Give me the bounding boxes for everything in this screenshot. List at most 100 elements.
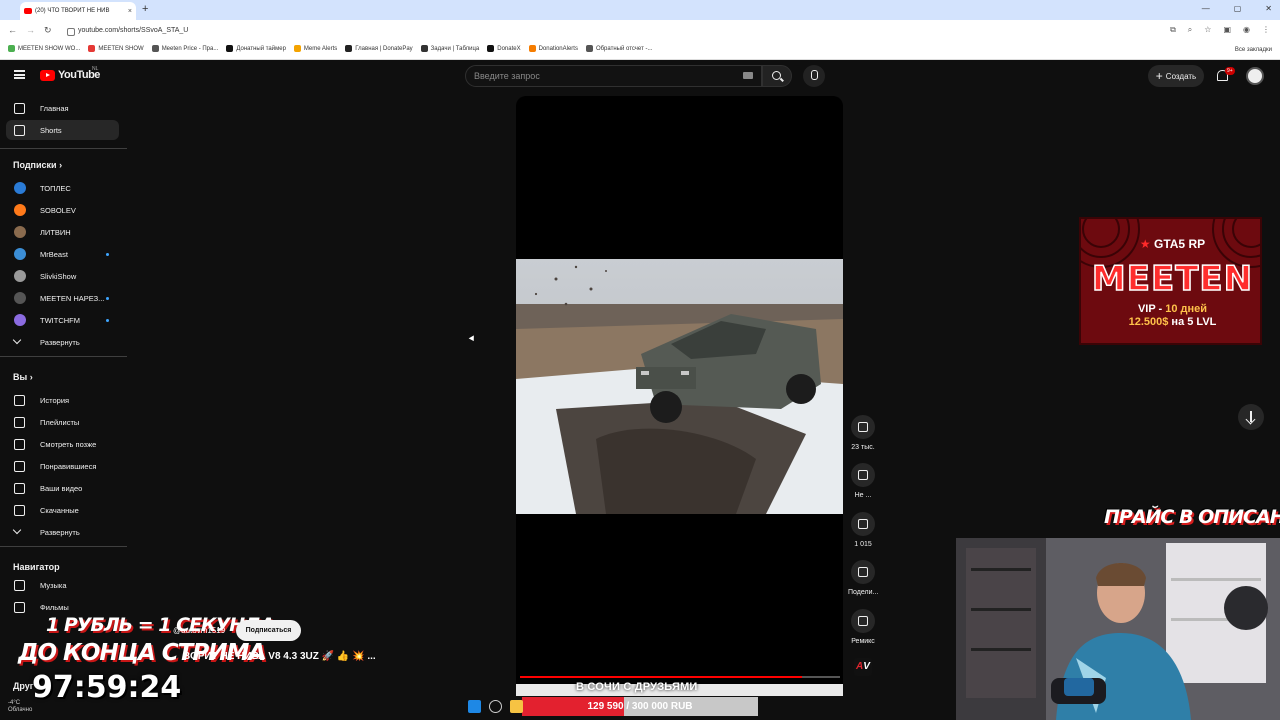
- next-short-button[interactable]: [1238, 404, 1264, 430]
- taskbar-weather[interactable]: -4°C Облачно: [8, 700, 32, 714]
- reload-icon[interactable]: ↻: [44, 25, 52, 36]
- subscription-item[interactable]: MrBeast: [6, 244, 119, 264]
- search-button[interactable]: [762, 65, 792, 87]
- subscription-item[interactable]: ЛИТВИН: [6, 222, 119, 242]
- sidebar-item-shorts[interactable]: Shorts: [6, 120, 119, 140]
- browser-tab[interactable]: (20) ЧТО ТВОРИТ НЕ НИВ ×: [20, 2, 136, 20]
- voice-search-button[interactable]: [803, 65, 825, 87]
- all-bookmarks-link[interactable]: Все закладки: [1235, 47, 1272, 53]
- donation-goal-text: 129 590 / 300 000 RUB: [587, 701, 693, 712]
- url-field[interactable]: youtube.com/shorts/SSvoA_STA_U: [62, 23, 1132, 39]
- sidebar-item-music[interactable]: Музыка: [6, 575, 119, 595]
- bookmark-item[interactable]: Донатный таймер: [226, 45, 286, 52]
- share-button[interactable]: [851, 560, 875, 584]
- install-icon[interactable]: ⧉: [1170, 25, 1176, 35]
- download-icon: [14, 505, 25, 516]
- bookmark-item[interactable]: MEETEN SHOW: [88, 45, 144, 52]
- bookmark-favicon-icon: [151, 45, 159, 52]
- minimize-icon[interactable]: —: [1202, 4, 1210, 13]
- bookmark-label: Meeten Price - Пра...: [161, 45, 219, 52]
- sidebar-item-label: История: [40, 395, 70, 405]
- subscriptions-header-label: Подписки: [13, 160, 57, 170]
- remix-action[interactable]: Ремикс: [848, 609, 878, 645]
- video-progress-bar[interactable]: [520, 676, 840, 678]
- bookmark-favicon-icon: [487, 45, 495, 52]
- bookmark-label: Обратный отсчет -...: [595, 45, 653, 52]
- tab-close-icon[interactable]: ×: [128, 8, 132, 15]
- star-icon: ★: [1139, 237, 1151, 251]
- subscription-item[interactable]: TWITCHFM: [6, 310, 119, 330]
- windows-start-icon[interactable]: [468, 700, 481, 713]
- dislike-action[interactable]: Не ...: [848, 463, 878, 499]
- account-avatar[interactable]: [1246, 67, 1264, 85]
- bookmark-item[interactable]: Задачи | Таблица: [420, 45, 480, 52]
- subscribe-button[interactable]: Подписаться: [236, 620, 301, 641]
- short-channel-handle[interactable]: @autovm1519: [173, 626, 225, 635]
- sidebar-item-watch-later[interactable]: Смотреть позже: [6, 434, 119, 454]
- shorts-player[interactable]: [516, 96, 843, 696]
- bookmark-label: Задачи | Таблица: [430, 45, 480, 52]
- zoom-icon[interactable]: ⌕: [1188, 25, 1192, 35]
- you-expand[interactable]: Развернуть: [6, 522, 119, 542]
- subscriptions-expand[interactable]: Развернуть: [6, 332, 119, 352]
- taskbar-search-icon[interactable]: [489, 700, 502, 713]
- hamburger-menu-icon[interactable]: [14, 70, 25, 79]
- bookmark-item[interactable]: MEETEN SHOW WO...: [8, 45, 80, 52]
- bookmark-item[interactable]: DonateX: [487, 45, 521, 52]
- streamer-webcam: [956, 538, 1280, 720]
- sidebar-item-playlists[interactable]: Плейлисты: [6, 412, 119, 432]
- movies-icon: [14, 602, 25, 613]
- dislike-button[interactable]: [851, 463, 875, 487]
- remix-button[interactable]: [851, 609, 875, 633]
- maximize-icon[interactable]: ▢: [1234, 4, 1242, 13]
- video-progress-fill: [520, 676, 802, 678]
- sidebar-item-label: MrBeast: [40, 249, 68, 259]
- back-icon[interactable]: ←: [8, 25, 17, 35]
- new-tab-button[interactable]: +: [142, 3, 148, 15]
- bookmark-item[interactable]: Обратный отсчет -...: [585, 45, 653, 52]
- search-input[interactable]: Введите запрос: [465, 65, 762, 87]
- close-window-icon[interactable]: ✕: [1265, 4, 1272, 13]
- bookmark-item[interactable]: Главная | DonatePay: [345, 45, 413, 52]
- sidebar-item-like[interactable]: Понравившиеся: [6, 456, 119, 476]
- sidebar-item-label: SlivkiShow: [40, 271, 77, 281]
- bookmark-item[interactable]: DonationAlerts: [528, 45, 578, 52]
- sidebar-item-home[interactable]: Главная: [6, 98, 119, 118]
- video-frame[interactable]: [516, 259, 843, 514]
- extensions-icon[interactable]: ▣: [1223, 25, 1231, 35]
- comments-button[interactable]: [851, 512, 875, 536]
- sidebar-item-label: SOBOLEV: [40, 205, 76, 215]
- channel-avatar: [14, 292, 26, 304]
- sidebar-item-your-videos[interactable]: Ваши видео: [6, 478, 119, 498]
- share-action[interactable]: Подели...: [848, 560, 878, 596]
- forward-icon[interactable]: →: [26, 25, 35, 35]
- sidebar-item-history[interactable]: История: [6, 390, 119, 410]
- sidebar-item-download[interactable]: Скачанные: [6, 500, 119, 520]
- channel-thumbnail[interactable]: AV: [854, 658, 872, 676]
- webcam-scene: [956, 538, 1280, 720]
- bookmark-favicon-icon: [88, 45, 96, 52]
- comments-action[interactable]: 1 015: [848, 512, 878, 548]
- like-action[interactable]: 23 тыс.: [848, 415, 878, 451]
- subscription-item[interactable]: ТОПЛЕС: [6, 178, 119, 198]
- youtube-logo[interactable]: YouTube: [40, 69, 100, 81]
- subscription-item[interactable]: MEETEN НАРЕЗ...: [6, 288, 119, 308]
- sidebar-divider: [0, 546, 127, 547]
- file-explorer-icon[interactable]: [510, 700, 523, 713]
- bookmark-favicon-icon: [293, 45, 301, 52]
- create-button[interactable]: + Создать: [1148, 65, 1204, 87]
- navigator-header[interactable]: Навигатор: [13, 562, 60, 572]
- like-button[interactable]: [851, 415, 875, 439]
- sidebar-item-label: ЛИТВИН: [40, 227, 71, 237]
- subscription-item[interactable]: SlivkiShow: [6, 266, 119, 286]
- keyboard-icon[interactable]: [743, 72, 753, 79]
- subscriptions-header[interactable]: Подписки ›: [13, 160, 62, 170]
- new-content-dot: [106, 297, 109, 300]
- you-header[interactable]: Вы ›: [13, 372, 33, 382]
- bookmark-item[interactable]: Meeten Price - Пра...: [151, 45, 219, 52]
- bookmark-item[interactable]: Meme Alerts: [293, 45, 337, 52]
- profile-icon[interactable]: ◉: [1243, 25, 1250, 35]
- subscription-item[interactable]: SOBOLEV: [6, 200, 119, 220]
- bookmark-star-icon[interactable]: ☆: [1204, 25, 1211, 35]
- browser-menu-icon[interactable]: ⋮: [1262, 25, 1270, 35]
